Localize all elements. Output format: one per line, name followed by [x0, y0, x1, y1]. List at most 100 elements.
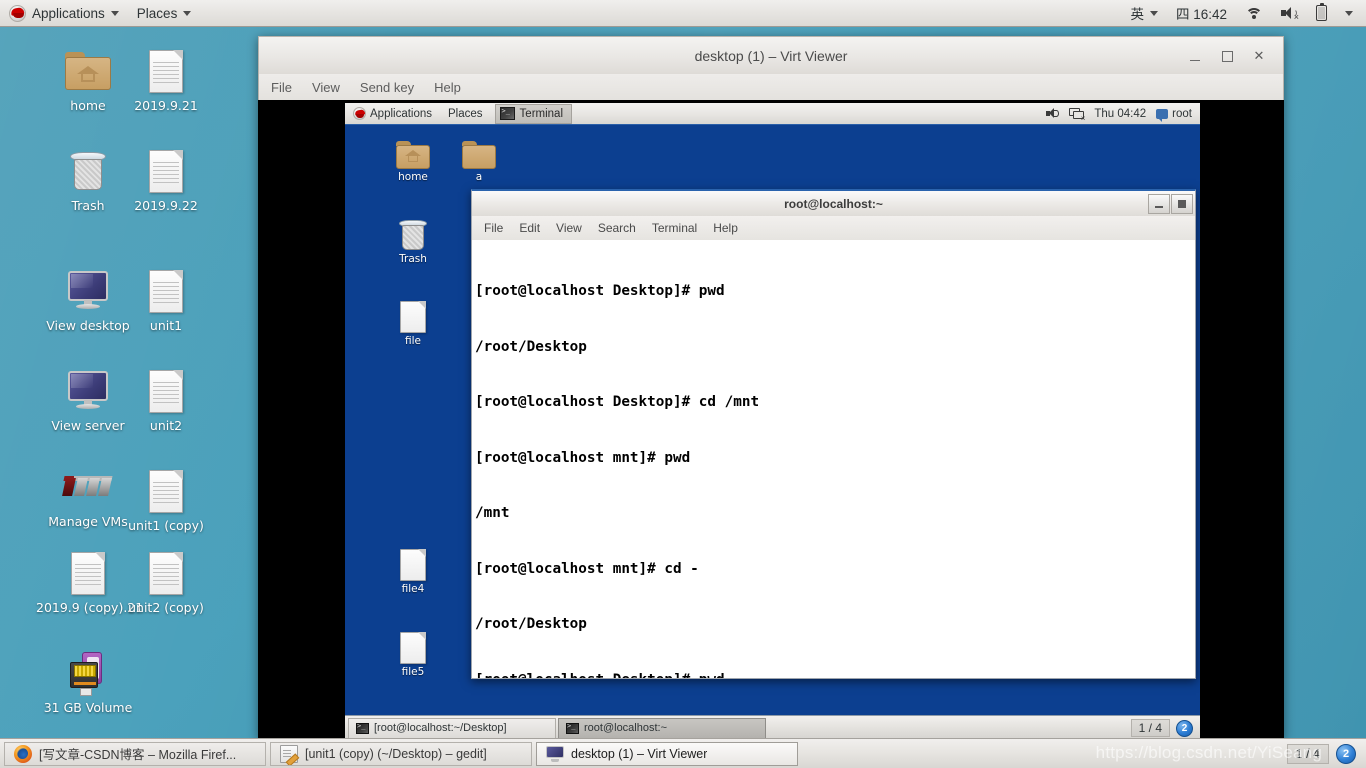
virt-viewer-window-controls: ✕ — [1187, 37, 1277, 75]
terminal-window[interactable]: root@localhost:~ File Edit View Search T… — [471, 189, 1196, 679]
network-disconnected-icon[interactable]: × — [1069, 107, 1085, 123]
input-method-indicator[interactable]: 英 — [1121, 0, 1167, 26]
terminal-menubar: File Edit View Search Terminal Help — [471, 216, 1196, 240]
terminal-line: [root@localhost Desktop]# pwd — [475, 283, 725, 299]
virt-viewer-window[interactable]: desktop (1) – Virt Viewer ✕ File View Se… — [258, 36, 1284, 740]
chevron-down-icon — [1149, 10, 1158, 16]
guest-icon-a[interactable]: a — [443, 131, 515, 183]
guest-task-root-desktop[interactable]: [root@localhost:~/Desktop] — [348, 717, 556, 739]
terminal-window-controls — [1148, 194, 1193, 214]
desktop-icon-label: unit2 (copy) — [128, 600, 204, 615]
terminal-menu-edit[interactable]: Edit — [519, 221, 540, 235]
guest-icon-home[interactable]: home — [377, 131, 449, 183]
guest-desktop[interactable]: home a Trash file file4 file5 root@local… — [345, 103, 1200, 740]
close-icon[interactable]: ✕ — [1251, 48, 1267, 64]
guest-applications-menu[interactable]: Applications — [345, 103, 440, 124]
terminal-icon — [499, 107, 515, 120]
virt-viewer-menubar: File View Send key Help — [258, 74, 1284, 100]
taskbar-item-virt-viewer[interactable]: desktop (1) – Virt Viewer — [536, 741, 798, 766]
terminal-line: [root@localhost mnt]# pwd — [475, 449, 691, 466]
menu-file[interactable]: File — [271, 80, 292, 95]
host-workspace-count: 1 / 4 — [1286, 743, 1329, 764]
desktop-icon-unit1-copy[interactable]: unit1 (copy) — [114, 466, 218, 533]
clock[interactable]: 四 16:42 — [1167, 0, 1236, 26]
virt-viewer-guest-area: home a Trash file file4 file5 root@local… — [258, 100, 1284, 740]
wifi-icon — [1245, 6, 1262, 20]
virt-viewer-title: desktop (1) – Virt Viewer — [694, 47, 848, 64]
guest-icon-trash[interactable]: Trash — [377, 213, 449, 265]
guest-top-panel: Applications Places Terminal × Thu 04:42… — [345, 103, 1200, 125]
terminal-line: /mnt — [475, 505, 510, 521]
maximize-icon[interactable] — [1171, 194, 1193, 214]
minimize-icon[interactable] — [1148, 194, 1170, 214]
guest-user-menu[interactable]: root — [1156, 107, 1192, 122]
chat-icon — [1156, 108, 1169, 122]
maximize-icon[interactable] — [1219, 48, 1235, 64]
menu-view[interactable]: View — [312, 80, 340, 95]
battery-icon — [1316, 2, 1327, 21]
system-menu[interactable] — [1336, 0, 1362, 26]
document-icon — [377, 543, 449, 581]
desktop-icon-2019-9-21[interactable]: 2019.9.21 — [114, 46, 218, 113]
guest-task-root-home[interactable]: root@localhost:~ — [558, 717, 766, 739]
usb-volume-icon — [36, 648, 140, 698]
guest-icon-label: file5 — [401, 666, 425, 678]
terminal-output[interactable]: [root@localhost Desktop]# pwd /root/Desk… — [471, 240, 1196, 679]
menu-send-key[interactable]: Send key — [360, 80, 414, 95]
terminal-menu-terminal[interactable]: Terminal — [652, 221, 697, 235]
host-workspace-switcher[interactable]: 1 / 4 2 — [1286, 743, 1362, 764]
terminal-menu-file[interactable]: File — [484, 221, 503, 235]
volume-indicator[interactable]: × — [1271, 0, 1307, 26]
terminal-titlebar[interactable]: root@localhost:~ — [471, 189, 1196, 216]
applications-menu[interactable]: Applications — [0, 0, 128, 26]
guest-icon-file4[interactable]: file4 — [377, 543, 449, 595]
menu-help[interactable]: Help — [434, 80, 461, 95]
document-icon — [114, 366, 218, 416]
terminal-title: root@localhost:~ — [784, 196, 883, 211]
desktop-icon-label: 31 GB Volume — [43, 700, 133, 715]
guest-window-list-terminal[interactable]: Terminal — [494, 103, 573, 124]
guest-workspace-switcher[interactable]: 1 / 4 2 — [1130, 719, 1197, 737]
host-taskbar: [写文章-CSDN博客 – Mozilla Firef... [unit1 (c… — [0, 738, 1366, 768]
guest-window-list-label: Terminal — [519, 107, 564, 120]
virt-viewer-titlebar[interactable]: desktop (1) – Virt Viewer ✕ — [258, 36, 1284, 74]
home-folder-icon — [377, 131, 449, 169]
desktop-icon-unit2[interactable]: unit2 — [114, 366, 218, 433]
speaker-icon[interactable] — [1046, 108, 1060, 119]
desktop-icon-unit1[interactable]: unit1 — [114, 266, 218, 333]
redhat-logo-icon — [353, 107, 366, 120]
guest-clock[interactable]: Thu 04:42 — [1094, 108, 1146, 120]
redhat-logo-icon — [9, 4, 26, 22]
desktop-icon-unit2-copy[interactable]: unit2 (copy) — [114, 548, 218, 615]
guest-places-label: Places — [448, 107, 483, 120]
speaker-muted-icon: × — [1280, 6, 1299, 22]
guest-places-menu[interactable]: Places — [440, 103, 491, 124]
terminal-menu-view[interactable]: View — [556, 221, 582, 235]
guest-system-tray: × Thu 04:42 root — [1046, 107, 1200, 123]
taskbar-item-gedit[interactable]: [unit1 (copy) (~/Desktop) – gedit] — [270, 741, 532, 766]
applications-menu-label: Applications — [32, 5, 105, 21]
desktop-icon-2019-9-22[interactable]: 2019.9.22 — [114, 146, 218, 213]
terminal-menu-search[interactable]: Search — [598, 221, 636, 235]
minimize-icon[interactable] — [1187, 48, 1203, 64]
desktop-icon-label: 2019.9.21 — [134, 98, 198, 113]
guest-user-label: root — [1172, 107, 1192, 120]
wifi-indicator[interactable] — [1236, 0, 1271, 26]
guest-icon-file5[interactable]: file5 — [377, 626, 449, 678]
terminal-line: [root@localhost mnt]# cd - — [475, 560, 699, 577]
battery-indicator[interactable] — [1307, 0, 1336, 26]
taskbar-item-firefox[interactable]: [写文章-CSDN博客 – Mozilla Firef... — [4, 741, 266, 766]
places-menu[interactable]: Places — [128, 0, 201, 26]
taskbar-item-label: [unit1 (copy) (~/Desktop) – gedit] — [305, 746, 487, 761]
guest-workspace-count: 1 / 4 — [1130, 719, 1170, 737]
guest-icon-label: file4 — [401, 583, 425, 595]
terminal-line: [root@localhost Desktop]# pwd — [475, 671, 1195, 679]
desktop-icon-31gb-volume[interactable]: 31 GB Volume — [36, 648, 140, 715]
document-icon — [114, 548, 218, 598]
guest-icon-file[interactable]: file — [377, 295, 449, 347]
guest-icon-label: file — [405, 335, 421, 347]
terminal-line: /root/Desktop — [475, 338, 587, 355]
places-menu-label: Places — [136, 5, 178, 21]
terminal-menu-help[interactable]: Help — [713, 221, 738, 235]
document-icon — [114, 146, 218, 196]
